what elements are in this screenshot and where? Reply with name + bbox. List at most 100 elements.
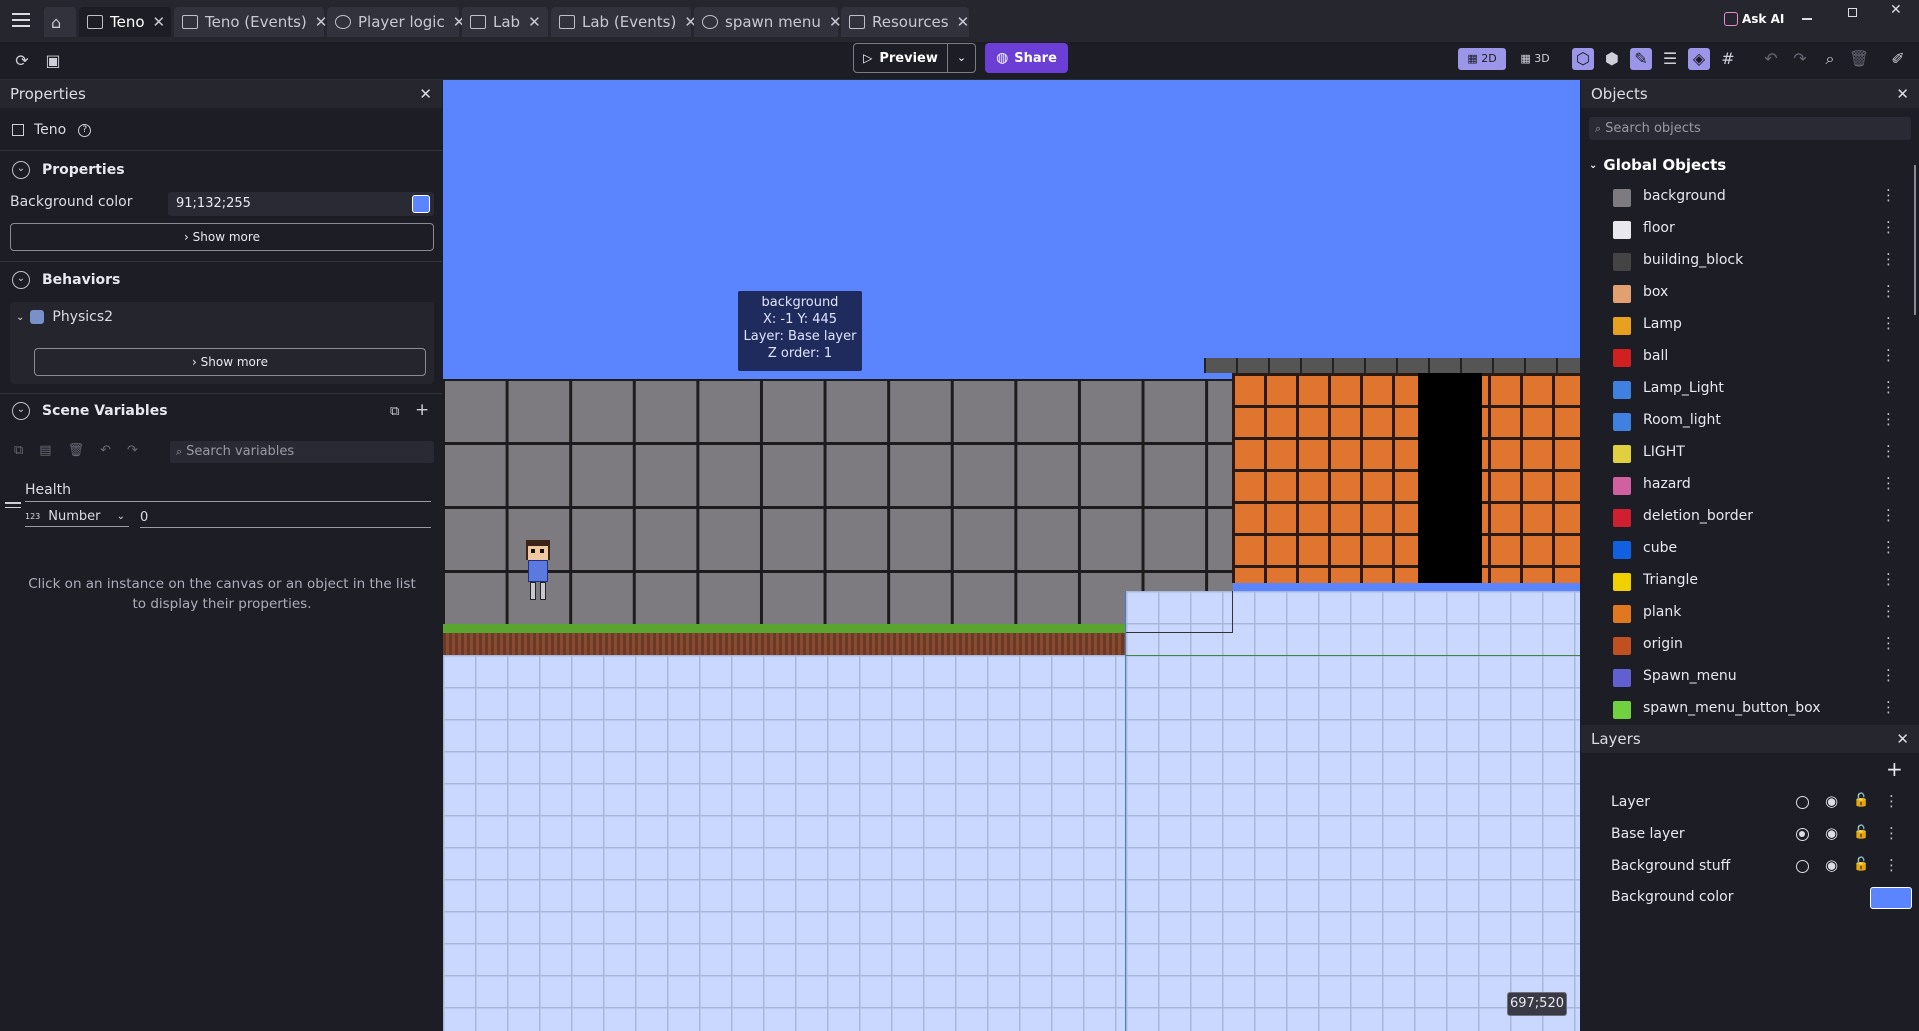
close-icon[interactable]: ✕: [315, 13, 328, 31]
more-options-icon[interactable]: ⋮: [1881, 346, 1896, 364]
more-options-icon[interactable]: ⋮: [1881, 474, 1896, 492]
more-options-icon[interactable]: ⋮: [1881, 442, 1896, 460]
mode-3d-button[interactable]: ▦ 3D: [1512, 48, 1558, 70]
properties-icon[interactable]: ✎: [1630, 48, 1652, 70]
search-objects-input[interactable]: ⌕ Search objects: [1589, 117, 1911, 140]
close-icon[interactable]: ✕: [957, 13, 970, 31]
close-icon[interactable]: ✕: [829, 13, 842, 31]
more-options-icon[interactable]: ⋮: [1881, 538, 1896, 556]
eye-icon[interactable]: ◉: [1825, 824, 1838, 842]
object-item[interactable]: cube ⋮: [1581, 533, 1911, 565]
edit-scene-icon[interactable]: ✐: [1887, 48, 1909, 70]
more-options-icon[interactable]: ⋮: [1881, 410, 1896, 428]
save-icon[interactable]: ▣: [42, 50, 64, 72]
show-more-button[interactable]: › Show more: [10, 223, 434, 251]
tab-lab-events[interactable]: Lab (Events) ✕: [551, 7, 697, 37]
menu-icon[interactable]: [12, 12, 30, 28]
more-options-icon[interactable]: ⋮: [1881, 634, 1896, 652]
layer-item[interactable]: Base layer ◉ 🔓 ⋮: [1581, 818, 1911, 850]
more-options-icon[interactable]: ⋮: [1881, 250, 1896, 268]
more-options-icon[interactable]: ⋮: [1881, 282, 1896, 300]
bg-color-field[interactable]: 91;132;255: [168, 192, 434, 216]
object-item[interactable]: Triangle ⋮: [1581, 565, 1911, 597]
variable-type-select[interactable]: 123 Number ⌄: [25, 507, 129, 527]
eye-icon[interactable]: ◉: [1825, 792, 1838, 810]
more-options-icon[interactable]: ⋮: [1884, 856, 1899, 874]
object-item[interactable]: background ⋮: [1581, 181, 1911, 213]
tab-teno-events[interactable]: Teno (Events) ✕: [174, 7, 327, 37]
add-icon[interactable]: +: [415, 400, 429, 420]
layer-item[interactable]: Background stuff ◉ 🔓 ⋮: [1581, 850, 1911, 882]
radio-icon[interactable]: [1796, 796, 1809, 809]
more-options-icon[interactable]: ⋮: [1881, 698, 1896, 716]
lock-icon[interactable]: 🔓: [1853, 793, 1869, 808]
radio-selected-icon[interactable]: [1796, 828, 1809, 841]
redo-icon[interactable]: ↷: [1789, 48, 1811, 70]
tab-teno[interactable]: Teno ✕: [79, 7, 171, 37]
behaviors-show-more-button[interactable]: › Show more: [34, 348, 426, 376]
object-item[interactable]: hazard ⋮: [1581, 469, 1911, 501]
variable-value-field[interactable]: 0: [140, 510, 431, 528]
more-options-icon[interactable]: ⋮: [1881, 186, 1896, 204]
preview-dropdown-button[interactable]: ⌄: [947, 43, 976, 73]
layer-item[interactable]: Layer ◉ 🔓 ⋮: [1581, 786, 1911, 818]
properties-section-header[interactable]: ⌄ Properties: [12, 161, 125, 179]
tab-player-logic[interactable]: Player logic ✕: [327, 7, 465, 37]
more-options-icon[interactable]: ⋮: [1884, 792, 1899, 810]
eye-icon[interactable]: ◉: [1825, 856, 1838, 874]
layers-bg-color-swatch[interactable]: [1870, 887, 1912, 909]
open-external-icon[interactable]: ⧉: [390, 404, 399, 419]
object-item[interactable]: building_block ⋮: [1581, 245, 1911, 277]
ask-ai-button[interactable]: Ask AI: [1724, 10, 1784, 28]
home-tab[interactable]: ⌂: [44, 7, 76, 37]
close-icon[interactable]: ✕: [153, 13, 166, 31]
mode-2d-button[interactable]: ▦ 2D: [1458, 48, 1506, 70]
object-item[interactable]: Room_light ⋮: [1581, 405, 1911, 437]
tab-spawn-menu[interactable]: spawn menu ✕: [694, 7, 842, 37]
object-item[interactable]: floor ⋮: [1581, 213, 1911, 245]
object-item[interactable]: deletion_border ⋮: [1581, 501, 1911, 533]
object-item[interactable]: plank ⋮: [1581, 597, 1911, 629]
close-icon[interactable]: ✕: [528, 13, 541, 31]
copy-icon[interactable]: ⧉: [14, 443, 23, 458]
zoom-icon[interactable]: ⌕: [1819, 48, 1841, 70]
paste-icon[interactable]: ▤: [39, 443, 51, 458]
more-options-icon[interactable]: ⋮: [1884, 824, 1899, 842]
more-options-icon[interactable]: ⋮: [1881, 218, 1896, 236]
more-options-icon[interactable]: ⋮: [1881, 314, 1896, 332]
tab-lab[interactable]: Lab ✕: [462, 7, 548, 37]
history-icon[interactable]: ⟳: [11, 50, 33, 72]
instances-list-icon[interactable]: ☰: [1659, 48, 1681, 70]
object-groups-icon[interactable]: ⬢: [1601, 48, 1623, 70]
radio-icon[interactable]: [1796, 860, 1809, 873]
object-item[interactable]: box ⋮: [1581, 277, 1911, 309]
undo-icon[interactable]: ↶: [100, 443, 111, 458]
layers-icon[interactable]: ◈: [1688, 48, 1710, 70]
object-item[interactable]: Lamp_Light ⋮: [1581, 373, 1911, 405]
variable-name-field[interactable]: Health: [25, 482, 431, 502]
lock-icon[interactable]: 🔓: [1853, 825, 1869, 840]
delete-icon[interactable]: 🗑: [1848, 48, 1870, 70]
grid-toggle-icon[interactable]: #: [1717, 48, 1739, 70]
object-item[interactable]: Spawn_menu ⋮: [1581, 661, 1911, 693]
scene-canvas[interactable]: background X: -1 Y: 445 Layer: Base laye…: [443, 80, 1580, 1031]
color-swatch[interactable]: [412, 195, 430, 213]
add-layer-icon[interactable]: +: [1886, 757, 1903, 781]
scrollbar[interactable]: [1913, 155, 1917, 725]
close-window-icon[interactable]: ✕: [1890, 2, 1902, 18]
help-icon[interactable]: ?: [78, 123, 92, 137]
more-options-icon[interactable]: ⋮: [1881, 378, 1896, 396]
scene-variables-section-header[interactable]: ⌄ Scene Variables: [12, 402, 168, 420]
object-item[interactable]: LIGHT ⋮: [1581, 437, 1911, 469]
player-sprite[interactable]: [525, 540, 551, 600]
delete-icon[interactable]: 🗑: [68, 443, 85, 458]
object-item[interactable]: ball ⋮: [1581, 341, 1911, 373]
object-item[interactable]: Lamp ⋮: [1581, 309, 1911, 341]
global-objects-group[interactable]: ⌄ Global Objects: [1589, 156, 1726, 174]
undo-icon[interactable]: ↶: [1760, 48, 1782, 70]
maximize-icon[interactable]: [1848, 8, 1857, 17]
drag-handle-icon[interactable]: [5, 502, 21, 508]
close-icon[interactable]: ✕: [419, 80, 432, 108]
redo-icon[interactable]: ↷: [127, 443, 138, 458]
object-item[interactable]: origin ⋮: [1581, 629, 1911, 661]
